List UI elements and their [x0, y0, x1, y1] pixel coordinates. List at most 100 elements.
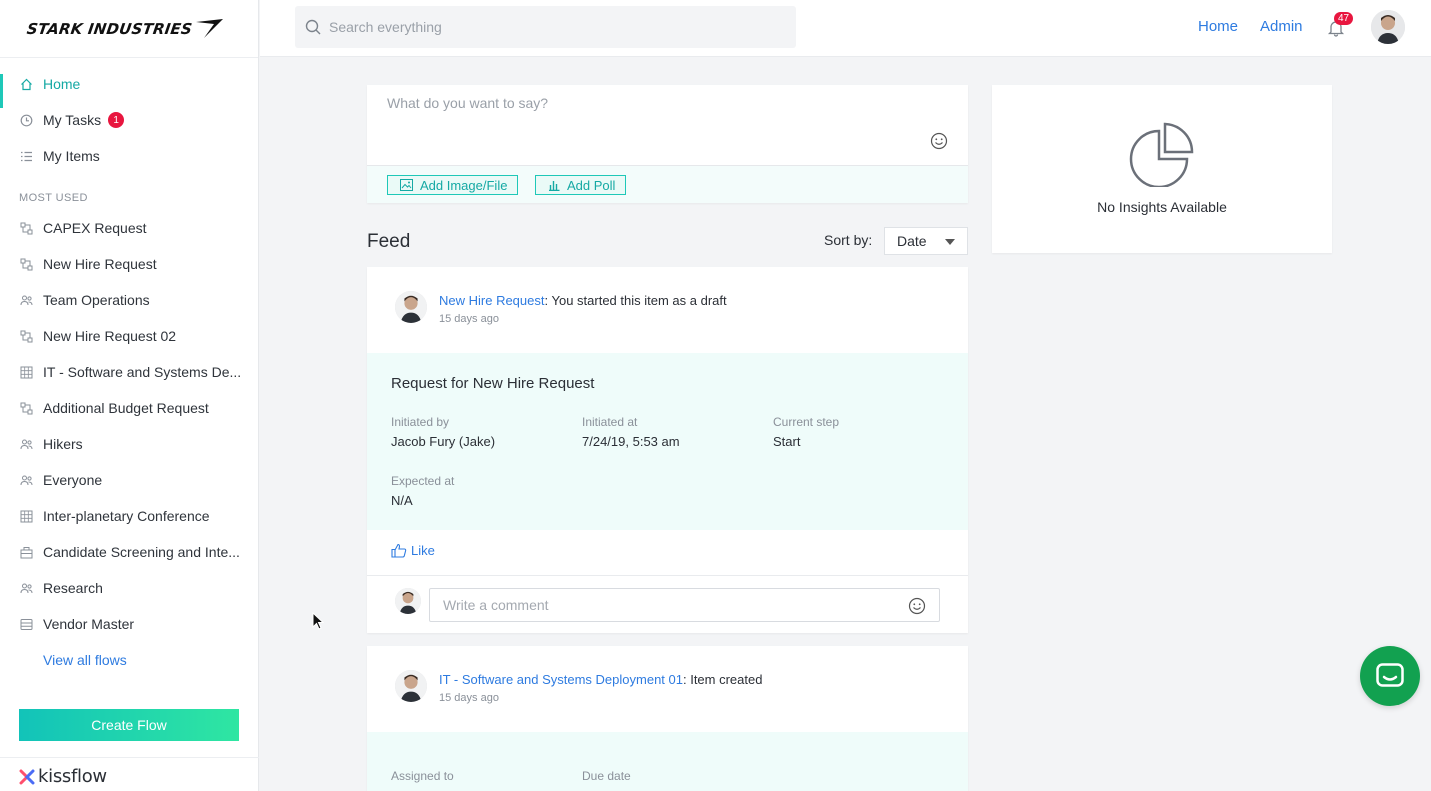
top-header: Home Admin 47 [260, 0, 1431, 57]
sidebar-item-label: Everyone [43, 472, 103, 488]
card-detail[interactable]: Assigned to Due date [367, 732, 968, 791]
post-input[interactable]: What do you want to say? [387, 95, 548, 111]
mouse-cursor-icon [312, 612, 324, 630]
emoji-icon[interactable] [908, 597, 926, 615]
sidebar: STARK INDUSTRIES Home My Tasks 1 My Item… [0, 0, 259, 791]
sidebar-item-new-hire-request[interactable]: New Hire Request [0, 246, 258, 282]
sidebar-item-vendor-master[interactable]: Vendor Master [0, 606, 258, 642]
card-action-text: : Item created [682, 672, 763, 687]
sidebar-item-new-hire-request-02[interactable]: New Hire Request 02 [0, 318, 258, 354]
brand-logo[interactable]: STARK INDUSTRIES [0, 0, 258, 58]
sidebar-item-label: New Hire Request [43, 256, 157, 272]
no-insights-text: No Insights Available [1097, 199, 1227, 215]
emoji-icon[interactable] [930, 132, 948, 150]
header-link-home[interactable]: Home [1198, 18, 1238, 35]
avatar[interactable] [395, 670, 427, 702]
sidebar-item-label: New Hire Request 02 [43, 328, 177, 344]
brand-swoosh-icon [196, 18, 224, 38]
tasks-count-badge: 1 [108, 112, 125, 128]
kissflow-mark-icon [19, 769, 35, 784]
insights-panel: No Insights Available [992, 85, 1332, 253]
user-avatar-image [1371, 10, 1405, 44]
comment-field[interactable] [429, 588, 940, 622]
sidebar-item-capex-request[interactable]: CAPEX Request [0, 210, 258, 246]
item-link[interactable]: New Hire Request [439, 293, 545, 308]
kissflow-wordmark: kissflow [38, 766, 107, 787]
avatar[interactable] [395, 291, 427, 323]
sidebar-item-hikers[interactable]: Hikers [0, 426, 258, 462]
add-image-file-button[interactable]: Add Image/File [387, 175, 519, 195]
search-input[interactable] [329, 19, 769, 35]
notification-count-badge: 47 [1334, 12, 1354, 25]
avatar-image [395, 670, 427, 702]
field-value: N/A [391, 493, 413, 508]
most-used-heading: MOST USED [19, 192, 88, 204]
list-icon [19, 149, 33, 163]
search-bar[interactable] [295, 6, 796, 48]
add-image-file-label: Add Image/File [420, 177, 508, 193]
sidebar-item-home[interactable]: Home [0, 66, 258, 108]
sidebar-divider [0, 757, 259, 758]
sidebar-item-label: My Tasks [43, 112, 102, 128]
sidebar-item-my-items[interactable]: My Items [0, 138, 258, 174]
sidebar-item-additional-budget[interactable]: Additional Budget Request [0, 390, 258, 426]
sidebar-item-research[interactable]: Research [0, 570, 258, 606]
comment-row [367, 575, 968, 633]
grid-icon [19, 509, 33, 523]
sidebar-item-candidate-screening[interactable]: Candidate Screening and Inte... [0, 534, 258, 570]
search-icon [305, 19, 321, 35]
grid-icon [19, 365, 33, 379]
avatar [395, 588, 421, 614]
sidebar-item-everyone[interactable]: Everyone [0, 462, 258, 498]
chat-icon [1376, 663, 1404, 687]
process-icon [19, 257, 33, 271]
post-composer: What do you want to say? Add Image/File … [367, 85, 968, 203]
item-link[interactable]: IT - Software and Systems Deployment 01 [439, 672, 683, 687]
header-link-admin[interactable]: Admin [1260, 18, 1303, 35]
sidebar-item-label: Hikers [43, 436, 83, 452]
sidebar-item-label: Team Operations [43, 292, 150, 308]
comment-input[interactable] [443, 597, 883, 613]
sidebar-item-label: My Items [43, 148, 100, 164]
field-label: Expected at [391, 474, 455, 488]
composer-toolbar: Add Image/File Add Poll [367, 165, 968, 203]
field-value: 7/24/19, 5:53 am [582, 434, 680, 449]
feed-card: IT - Software and Systems Deployment 01:… [367, 646, 968, 791]
chat-launcher-button[interactable] [1360, 646, 1420, 706]
clock-icon [19, 113, 33, 127]
card-timestamp: 15 days ago [439, 313, 499, 325]
card-detail[interactable]: Request for New Hire Request Initiated b… [367, 353, 968, 530]
feed-title: Feed [367, 231, 411, 252]
sidebar-item-label: Research [43, 580, 103, 596]
sidebar-item-label: Additional Budget Request [43, 400, 209, 416]
sidebar-item-my-tasks[interactable]: My Tasks 1 [0, 102, 258, 138]
view-all-flows-link[interactable]: View all flows [0, 642, 258, 678]
process-icon [19, 329, 33, 343]
add-poll-button[interactable]: Add Poll [535, 175, 627, 195]
sort-select[interactable]: Date [884, 227, 968, 255]
create-flow-button[interactable]: Create Flow [19, 709, 239, 741]
like-button[interactable]: Like [391, 543, 435, 558]
card-headline: New Hire Request: You started this item … [439, 293, 727, 308]
card-headline: IT - Software and Systems Deployment 01:… [439, 672, 762, 687]
main-nav: Home My Tasks 1 My Items MOST USED CAPEX… [0, 58, 258, 678]
kissflow-logo: kissflow [19, 766, 107, 787]
detail-title: Request for New Hire Request [391, 375, 595, 392]
sidebar-item-label: Vendor Master [43, 616, 135, 632]
sidebar-item-inter-planetary[interactable]: Inter-planetary Conference [0, 498, 258, 534]
user-avatar[interactable] [1371, 10, 1405, 44]
field-label: Due date [582, 769, 631, 783]
pie-chart-icon [1129, 122, 1194, 187]
chevron-down-icon [945, 239, 955, 245]
field-value: Jacob Fury (Jake) [391, 434, 496, 449]
sidebar-item-team-operations[interactable]: Team Operations [0, 282, 258, 318]
people-icon [19, 293, 33, 307]
sidebar-item-it-software[interactable]: IT - Software and Systems De... [0, 354, 258, 390]
sidebar-item-label: Inter-planetary Conference [43, 508, 210, 524]
avatar-image [395, 588, 421, 614]
field-label: Initiated by [391, 415, 450, 429]
sidebar-item-label: Home [43, 76, 81, 92]
feed-card: New Hire Request: You started this item … [367, 267, 968, 633]
sidebar-item-label: IT - Software and Systems De... [43, 364, 242, 380]
process-icon [19, 221, 33, 235]
